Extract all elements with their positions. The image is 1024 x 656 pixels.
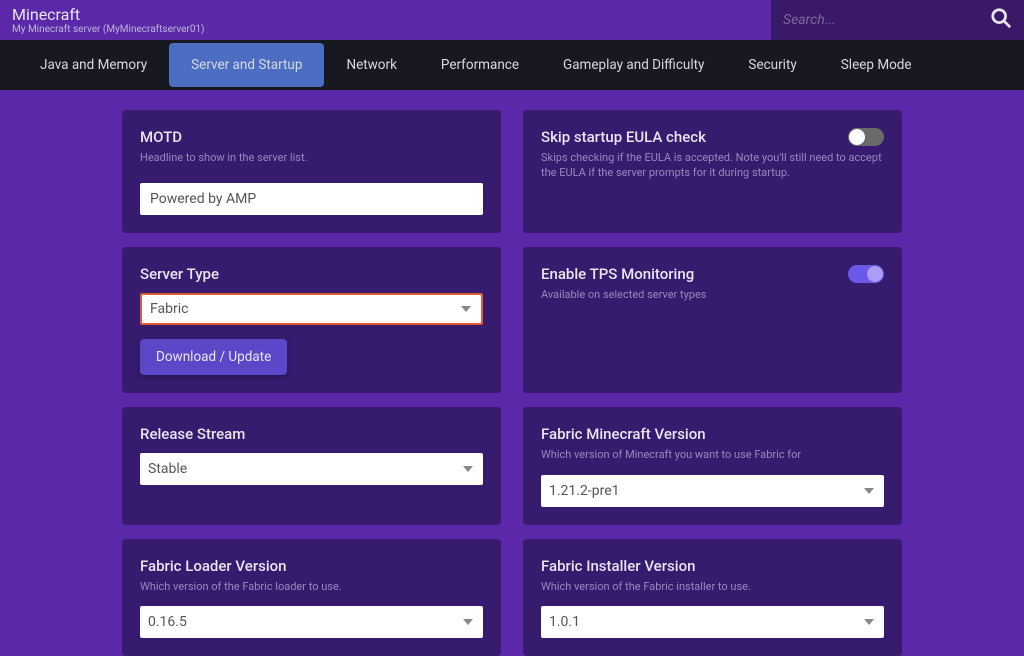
eula-toggle[interactable] [848,128,884,146]
release-stream-title: Release Stream [140,425,483,443]
tab-java-memory[interactable]: Java and Memory [18,40,169,90]
header-bar: Minecraft My Minecraft server (MyMinecra… [0,0,1024,40]
card-motd: MOTD Headline to show in the server list… [122,110,501,233]
app-title: Minecraft [12,5,205,24]
download-update-button[interactable]: Download / Update [140,339,287,375]
motd-input[interactable] [140,183,483,215]
fabric-installer-title: Fabric Installer Version [541,557,884,575]
row-3: Release Stream Stable Fabric Minecraft V… [122,407,902,524]
row-2: Server Type Fabric Download / Update Ena… [122,247,902,393]
card-server-type: Server Type Fabric Download / Update [122,247,501,393]
fabric-mc-title: Fabric Minecraft Version [541,425,884,443]
fabric-mc-select[interactable]: 1.21.2-pre1 [541,475,884,507]
tps-title: Enable TPS Monitoring [541,265,884,283]
fabric-loader-select[interactable]: 0.16.5 [140,606,483,638]
release-stream-select[interactable]: Stable [140,453,483,485]
eula-title: Skip startup EULA check [541,128,884,146]
toggle-knob [849,129,865,145]
fabric-mc-desc: Which version of Minecraft you want to u… [541,447,884,462]
search-container [771,0,1024,40]
card-fabric-loader: Fabric Loader Version Which version of t… [122,539,501,656]
row-4: Fabric Loader Version Which version of t… [122,539,902,656]
search-icon[interactable] [990,7,1012,33]
tab-server-startup[interactable]: Server and Startup [169,43,324,87]
tps-toggle[interactable] [848,265,884,283]
tab-sleep-mode[interactable]: Sleep Mode [819,40,934,90]
fabric-installer-select[interactable]: 1.0.1 [541,606,884,638]
tab-gameplay-difficulty[interactable]: Gameplay and Difficulty [541,40,726,90]
fabric-loader-title: Fabric Loader Version [140,557,483,575]
tab-network[interactable]: Network [324,40,418,90]
motd-title: MOTD [140,128,483,146]
tab-performance[interactable]: Performance [419,40,541,90]
card-fabric-mc: Fabric Minecraft Version Which version o… [523,407,902,524]
search-input[interactable] [783,12,990,28]
card-release-stream: Release Stream Stable [122,407,501,524]
toggle-knob [867,266,883,282]
tab-bar: Java and Memory Server and Startup Netwo… [0,40,1024,90]
app-subtitle: My Minecraft server (MyMinecraftserver01… [12,24,205,35]
card-fabric-installer: Fabric Installer Version Which version o… [523,539,902,656]
content-area: MOTD Headline to show in the server list… [0,90,1024,656]
header-title-block: Minecraft My Minecraft server (MyMinecra… [12,5,205,35]
fabric-installer-desc: Which version of the Fabric installer to… [541,579,884,594]
tps-desc: Available on selected server types [541,287,884,302]
eula-desc: Skips checking if the EULA is accepted. … [541,150,884,181]
server-type-select[interactable]: Fabric [140,293,483,325]
tab-security[interactable]: Security [726,40,818,90]
card-tps: Enable TPS Monitoring Available on selec… [523,247,902,393]
motd-desc: Headline to show in the server list. [140,150,483,165]
card-eula: Skip startup EULA check Skips checking i… [523,110,902,233]
row-1: MOTD Headline to show in the server list… [122,110,902,233]
server-type-title: Server Type [140,265,483,283]
fabric-loader-desc: Which version of the Fabric loader to us… [140,579,483,594]
